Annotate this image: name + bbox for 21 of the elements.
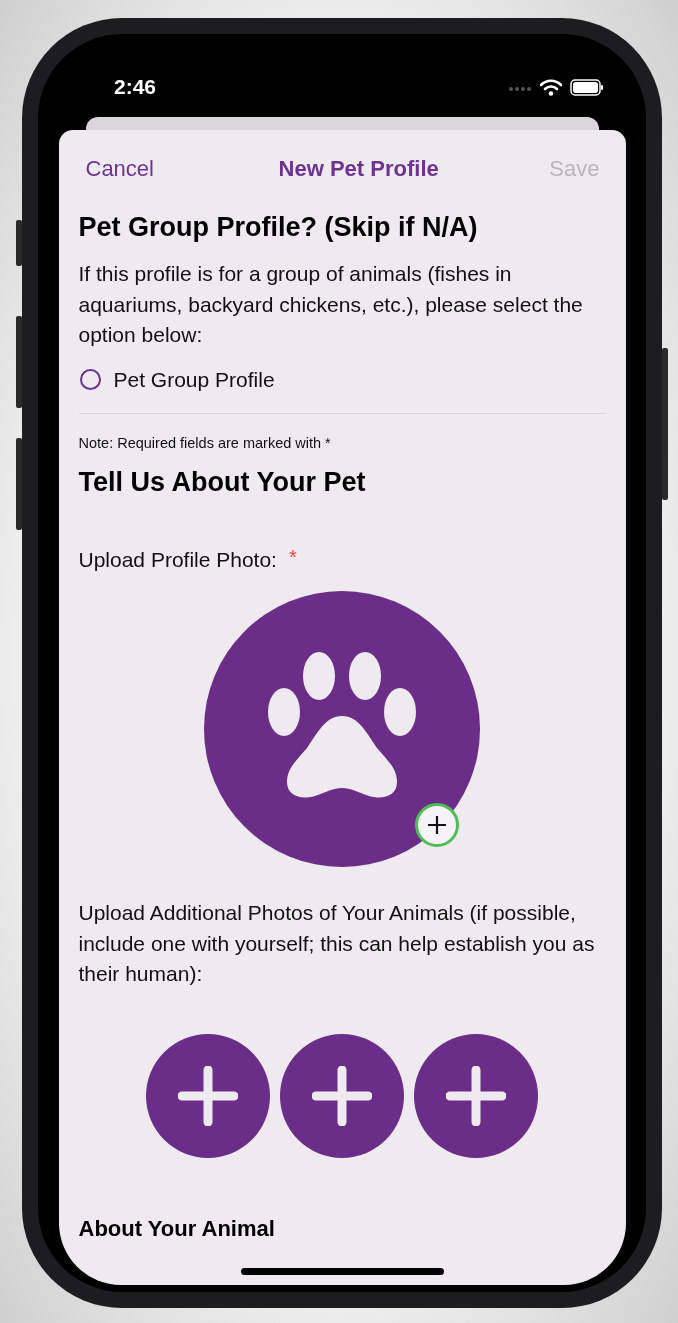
cancel-button[interactable]: Cancel — [85, 156, 154, 182]
nav-title: New Pet Profile — [278, 156, 439, 182]
plus-icon — [311, 1065, 372, 1126]
plus-icon — [426, 814, 448, 836]
wifi-icon — [540, 78, 562, 96]
field-label: Upload Profile Photo: — [78, 546, 277, 573]
signal-icon — [508, 86, 532, 92]
note-text: Note: Required fields are marked with * — [78, 433, 332, 452]
plus-icon — [445, 1065, 506, 1126]
section-heading: Tell Us About Your Pet — [78, 465, 367, 498]
status-time: 2:46 — [114, 74, 157, 100]
radio-label[interactable]: Pet Group Profile — [113, 364, 275, 395]
battery-icon — [570, 78, 604, 96]
required-mark: * — [288, 544, 297, 569]
plus-icon — [177, 1065, 238, 1126]
field-label: Upload Additional Photos of Your Animals (if possible, include one with yourself; this can help establish you as their human): — [78, 900, 596, 987]
description-text: If this profile is for a group of animals (fishes in aquariums, backyard chickens, etc.), please select the option below: — [78, 261, 584, 348]
section-heading: Pet Group Profile? (Skip if N/A) — [78, 211, 479, 243]
section-heading: About Your Animal — [78, 1215, 276, 1242]
paw-icon — [267, 650, 417, 800]
radio-button[interactable] — [79, 369, 101, 390]
